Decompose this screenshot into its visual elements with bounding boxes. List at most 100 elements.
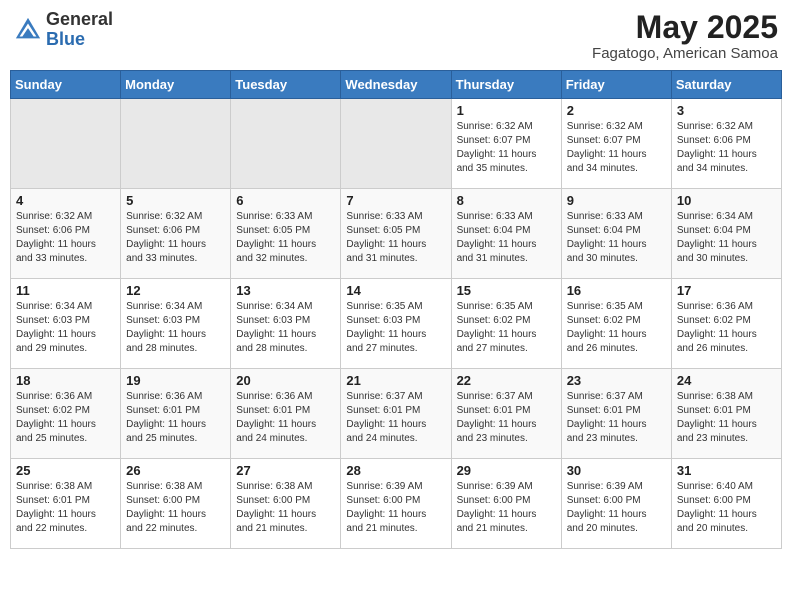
calendar-day: 13 Sunrise: 6:34 AM Sunset: 6:03 PM Dayli… xyxy=(231,279,341,369)
day-info: Sunrise: 6:36 AM Sunset: 6:01 PM Dayligh… xyxy=(126,390,225,446)
calendar-week-5: 25 Sunrise: 6:38 AM Sunset: 6:01 PM Dayli… xyxy=(11,459,782,549)
day-info: Sunrise: 6:36 AM Sunset: 6:02 PM Dayligh… xyxy=(16,390,115,446)
calendar-day xyxy=(11,99,121,189)
day-info: Sunrise: 6:34 AM Sunset: 6:03 PM Dayligh… xyxy=(236,300,335,356)
day-number: 28 xyxy=(346,463,445,478)
day-number: 19 xyxy=(126,373,225,388)
calendar-day: 7Sunrise: 6:33 AM Sunset: 6:05 PM Daylig… xyxy=(341,189,451,279)
day-number: 8 xyxy=(457,193,556,208)
weekday-header-friday: Friday xyxy=(561,71,671,99)
day-number: 18 xyxy=(16,373,115,388)
month-title: May 2025 xyxy=(592,10,778,45)
day-info: Sunrise: 6:38 AM Sunset: 6:01 PM Dayligh… xyxy=(16,480,115,536)
day-number: 1 xyxy=(457,103,556,118)
day-number: 30 xyxy=(567,463,666,478)
weekday-header-saturday: Saturday xyxy=(671,71,781,99)
day-number: 20 xyxy=(236,373,335,388)
calendar-day: 1Sunrise: 6:32 AM Sunset: 6:07 PM Daylig… xyxy=(451,99,561,189)
day-info: Sunrise: 6:35 AM Sunset: 6:02 PM Dayligh… xyxy=(457,300,556,356)
day-number: 26 xyxy=(126,463,225,478)
calendar-day xyxy=(231,99,341,189)
day-info: Sunrise: 6:38 AM Sunset: 6:00 PM Dayligh… xyxy=(236,480,335,536)
day-info: Sunrise: 6:38 AM Sunset: 6:00 PM Dayligh… xyxy=(126,480,225,536)
day-info: Sunrise: 6:37 AM Sunset: 6:01 PM Dayligh… xyxy=(457,390,556,446)
calendar-day: 6 Sunrise: 6:33 AM Sunset: 6:05 PM Daylig… xyxy=(231,189,341,279)
calendar-day: 4 Sunrise: 6:32 AM Sunset: 6:06 PM Daylig… xyxy=(11,189,121,279)
calendar-day: 20 Sunrise: 6:36 AM Sunset: 6:01 PM Dayli… xyxy=(231,369,341,459)
day-number: 6 xyxy=(236,193,335,208)
calendar-day: 9Sunrise: 6:33 AM Sunset: 6:04 PM Daylig… xyxy=(561,189,671,279)
day-info: Sunrise: 6:32 AM Sunset: 6:06 PM Dayligh… xyxy=(16,210,115,266)
day-number: 23 xyxy=(567,373,666,388)
day-info: Sunrise: 6:39 AM Sunset: 6:00 PM Dayligh… xyxy=(457,480,556,536)
weekday-header-monday: Monday xyxy=(121,71,231,99)
calendar-day: 21 Sunrise: 6:37 AM Sunset: 6:01 PM Dayli… xyxy=(341,369,451,459)
day-number: 12 xyxy=(126,283,225,298)
calendar: SundayMondayTuesdayWednesdayThursdayFrid… xyxy=(10,70,782,549)
day-info: Sunrise: 6:32 AM Sunset: 6:07 PM Dayligh… xyxy=(567,120,666,176)
day-info: Sunrise: 6:32 AM Sunset: 6:06 PM Dayligh… xyxy=(126,210,225,266)
day-number: 13 xyxy=(236,283,335,298)
calendar-day xyxy=(121,99,231,189)
calendar-day: 22 Sunrise: 6:37 AM Sunset: 6:01 PM Dayli… xyxy=(451,369,561,459)
day-info: Sunrise: 6:36 AM Sunset: 6:01 PM Dayligh… xyxy=(236,390,335,446)
calendar-day: 17Sunrise: 6:36 AM Sunset: 6:02 PM Dayli… xyxy=(671,279,781,369)
day-number: 27 xyxy=(236,463,335,478)
day-info: Sunrise: 6:39 AM Sunset: 6:00 PM Dayligh… xyxy=(567,480,666,536)
day-number: 14 xyxy=(346,283,445,298)
day-info: Sunrise: 6:40 AM Sunset: 6:00 PM Dayligh… xyxy=(677,480,776,536)
weekday-header-tuesday: Tuesday xyxy=(231,71,341,99)
calendar-day: 23 Sunrise: 6:37 AM Sunset: 6:01 PM Dayli… xyxy=(561,369,671,459)
calendar-day: 11 Sunrise: 6:34 AM Sunset: 6:03 PM Dayli… xyxy=(11,279,121,369)
calendar-day: 15Sunrise: 6:35 AM Sunset: 6:02 PM Dayli… xyxy=(451,279,561,369)
calendar-day: 26 Sunrise: 6:38 AM Sunset: 6:00 PM Dayli… xyxy=(121,459,231,549)
day-number: 22 xyxy=(457,373,556,388)
day-number: 3 xyxy=(677,103,776,118)
page-header: General Blue May 2025 Fagatogo, American… xyxy=(10,10,782,62)
weekday-header-row: SundayMondayTuesdayWednesdayThursdayFrid… xyxy=(11,71,782,99)
calendar-week-3: 11 Sunrise: 6:34 AM Sunset: 6:03 PM Dayli… xyxy=(11,279,782,369)
day-number: 21 xyxy=(346,373,445,388)
calendar-day: 10Sunrise: 6:34 AM Sunset: 6:04 PM Dayli… xyxy=(671,189,781,279)
day-info: Sunrise: 6:33 AM Sunset: 6:05 PM Dayligh… xyxy=(346,210,445,266)
day-info: Sunrise: 6:35 AM Sunset: 6:03 PM Dayligh… xyxy=(346,300,445,356)
calendar-day: 14 Sunrise: 6:35 AM Sunset: 6:03 PM Dayli… xyxy=(341,279,451,369)
logo-blue: Blue xyxy=(46,29,85,49)
day-info: Sunrise: 6:34 AM Sunset: 6:03 PM Dayligh… xyxy=(16,300,115,356)
day-info: Sunrise: 6:33 AM Sunset: 6:04 PM Dayligh… xyxy=(457,210,556,266)
day-info: Sunrise: 6:33 AM Sunset: 6:05 PM Dayligh… xyxy=(236,210,335,266)
calendar-day: 29Sunrise: 6:39 AM Sunset: 6:00 PM Dayli… xyxy=(451,459,561,549)
day-info: Sunrise: 6:39 AM Sunset: 6:00 PM Dayligh… xyxy=(346,480,445,536)
calendar-day: 16 Sunrise: 6:35 AM Sunset: 6:02 PM Dayli… xyxy=(561,279,671,369)
day-info: Sunrise: 6:37 AM Sunset: 6:01 PM Dayligh… xyxy=(346,390,445,446)
day-info: Sunrise: 6:33 AM Sunset: 6:04 PM Dayligh… xyxy=(567,210,666,266)
logo-icon xyxy=(14,16,42,44)
calendar-day: 18 Sunrise: 6:36 AM Sunset: 6:02 PM Dayli… xyxy=(11,369,121,459)
calendar-day: 5Sunrise: 6:32 AM Sunset: 6:06 PM Daylig… xyxy=(121,189,231,279)
day-number: 4 xyxy=(16,193,115,208)
day-number: 2 xyxy=(567,103,666,118)
title-block: May 2025 Fagatogo, American Samoa xyxy=(592,10,778,62)
logo: General Blue xyxy=(14,10,113,50)
weekday-header-sunday: Sunday xyxy=(11,71,121,99)
calendar-day: 2 Sunrise: 6:32 AM Sunset: 6:07 PM Daylig… xyxy=(561,99,671,189)
day-number: 25 xyxy=(16,463,115,478)
day-number: 16 xyxy=(567,283,666,298)
logo-text: General Blue xyxy=(46,10,113,50)
calendar-week-2: 4 Sunrise: 6:32 AM Sunset: 6:06 PM Daylig… xyxy=(11,189,782,279)
day-number: 11 xyxy=(16,283,115,298)
calendar-day: 31Sunrise: 6:40 AM Sunset: 6:00 PM Dayli… xyxy=(671,459,781,549)
calendar-day: 8 Sunrise: 6:33 AM Sunset: 6:04 PM Daylig… xyxy=(451,189,561,279)
calendar-day: 24Sunrise: 6:38 AM Sunset: 6:01 PM Dayli… xyxy=(671,369,781,459)
calendar-day: 3 Sunrise: 6:32 AM Sunset: 6:06 PM Daylig… xyxy=(671,99,781,189)
day-info: Sunrise: 6:32 AM Sunset: 6:06 PM Dayligh… xyxy=(677,120,776,176)
day-info: Sunrise: 6:37 AM Sunset: 6:01 PM Dayligh… xyxy=(567,390,666,446)
day-info: Sunrise: 6:34 AM Sunset: 6:04 PM Dayligh… xyxy=(677,210,776,266)
calendar-day: 25 Sunrise: 6:38 AM Sunset: 6:01 PM Dayli… xyxy=(11,459,121,549)
day-info: Sunrise: 6:35 AM Sunset: 6:02 PM Dayligh… xyxy=(567,300,666,356)
calendar-week-4: 18 Sunrise: 6:36 AM Sunset: 6:02 PM Dayli… xyxy=(11,369,782,459)
calendar-week-1: 1 Sunrise: 6:32 AM Sunset: 6:07 PM Daylig… xyxy=(11,99,782,189)
day-info: Sunrise: 6:38 AM Sunset: 6:01 PM Dayligh… xyxy=(677,390,776,446)
calendar-day: 12Sunrise: 6:34 AM Sunset: 6:03 PM Dayli… xyxy=(121,279,231,369)
calendar-day: 27 Sunrise: 6:38 AM Sunset: 6:00 PM Dayli… xyxy=(231,459,341,549)
